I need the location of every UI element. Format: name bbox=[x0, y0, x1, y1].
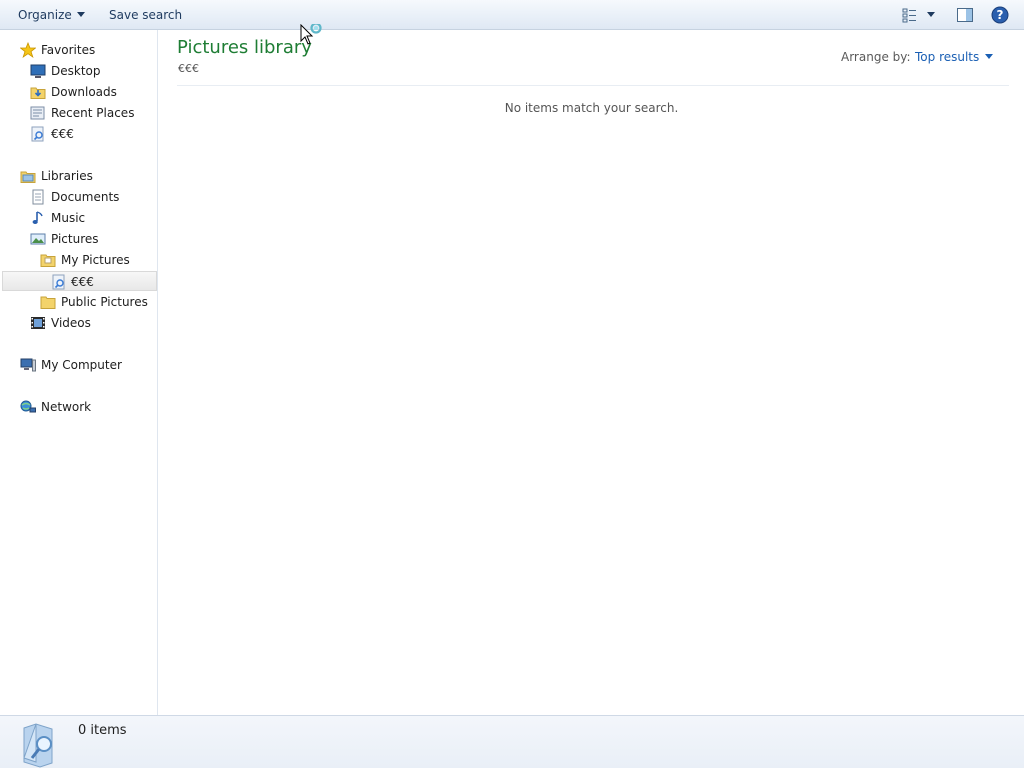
folder-icon bbox=[40, 254, 56, 267]
nav-videos[interactable]: Videos bbox=[0, 313, 157, 333]
saved-search-icon bbox=[31, 126, 44, 142]
nav-label: My Pictures bbox=[61, 253, 130, 267]
libraries-icon bbox=[20, 171, 36, 183]
nav-documents[interactable]: Documents bbox=[0, 187, 157, 207]
command-bar: Organize Save search ? bbox=[0, 0, 1024, 30]
nav-label: Downloads bbox=[51, 85, 117, 99]
nav-label: Network bbox=[41, 400, 92, 414]
network-icon bbox=[20, 400, 36, 413]
nav-network[interactable]: Network bbox=[0, 397, 157, 417]
preview-pane-icon[interactable] bbox=[956, 6, 974, 24]
page-title: Pictures library bbox=[177, 37, 312, 58]
nav-label: Music bbox=[51, 211, 86, 225]
arrange-by-dropdown[interactable]: Top results bbox=[915, 50, 994, 64]
chevron-down-icon bbox=[985, 54, 994, 59]
documents-icon bbox=[32, 189, 44, 205]
nav-label: Desktop bbox=[51, 64, 101, 78]
content-pane: Pictures library €€€ Arrange by: Top res… bbox=[159, 30, 1024, 715]
recent-places-icon bbox=[30, 106, 45, 120]
details-pane: 0 items bbox=[0, 715, 1024, 768]
nav-recent-places[interactable]: Recent Places bbox=[0, 103, 157, 123]
nav-my-pictures[interactable]: My Pictures bbox=[0, 250, 157, 270]
arrange-by-label: Arrange by: bbox=[841, 50, 911, 64]
help-icon[interactable]: ? bbox=[991, 6, 1009, 24]
star-icon bbox=[20, 42, 36, 58]
item-count: 0 items bbox=[78, 723, 127, 738]
computer-icon bbox=[20, 358, 36, 372]
chevron-down-icon bbox=[76, 12, 85, 17]
videos-icon bbox=[31, 317, 45, 329]
organize-label: Organize bbox=[18, 8, 72, 22]
nav-favorites[interactable]: Favorites bbox=[0, 40, 157, 60]
nav-pictures-saved-search[interactable]: €€€ bbox=[2, 271, 157, 291]
change-view-icon[interactable] bbox=[901, 6, 919, 24]
nav-downloads[interactable]: Downloads bbox=[0, 82, 157, 102]
downloads-folder-icon bbox=[30, 87, 46, 99]
header-divider bbox=[177, 85, 1009, 86]
search-query-subtitle: €€€ bbox=[178, 62, 199, 75]
desktop-icon bbox=[30, 64, 46, 78]
nav-label: €€€ bbox=[51, 127, 74, 141]
nav-my-computer[interactable]: My Computer bbox=[0, 355, 157, 375]
nav-label: Public Pictures bbox=[61, 295, 148, 309]
nav-favorite-saved-search[interactable]: €€€ bbox=[0, 124, 157, 144]
nav-pictures[interactable]: Pictures bbox=[0, 229, 157, 249]
arrange-by-value: Top results bbox=[915, 50, 980, 64]
organize-button[interactable]: Organize bbox=[18, 7, 85, 23]
saved-search-large-icon bbox=[23, 723, 53, 768]
nav-public-pictures[interactable]: Public Pictures bbox=[0, 292, 157, 312]
nav-label: Pictures bbox=[51, 232, 99, 246]
nav-label: Videos bbox=[51, 316, 91, 330]
svg-text:?: ? bbox=[997, 8, 1004, 22]
nav-label: My Computer bbox=[41, 358, 122, 372]
folder-icon bbox=[40, 296, 56, 309]
save-search-button[interactable]: Save search bbox=[109, 7, 182, 23]
empty-results-message: No items match your search. bbox=[504, 101, 679, 115]
pictures-icon bbox=[30, 233, 46, 245]
nav-label: Documents bbox=[51, 190, 120, 204]
nav-label: €€€ bbox=[71, 275, 94, 289]
navigation-pane: Favorites Desktop Downloads Recent Place… bbox=[0, 30, 158, 715]
nav-label: Libraries bbox=[41, 169, 93, 183]
saved-search-icon bbox=[52, 274, 65, 290]
views-dropdown-icon[interactable] bbox=[927, 12, 935, 17]
nav-desktop[interactable]: Desktop bbox=[0, 61, 157, 81]
nav-music[interactable]: Music bbox=[0, 208, 157, 228]
nav-label: Favorites bbox=[41, 43, 96, 57]
nav-libraries[interactable]: Libraries bbox=[0, 166, 157, 186]
music-icon bbox=[32, 211, 43, 224]
nav-label: Recent Places bbox=[51, 106, 135, 120]
